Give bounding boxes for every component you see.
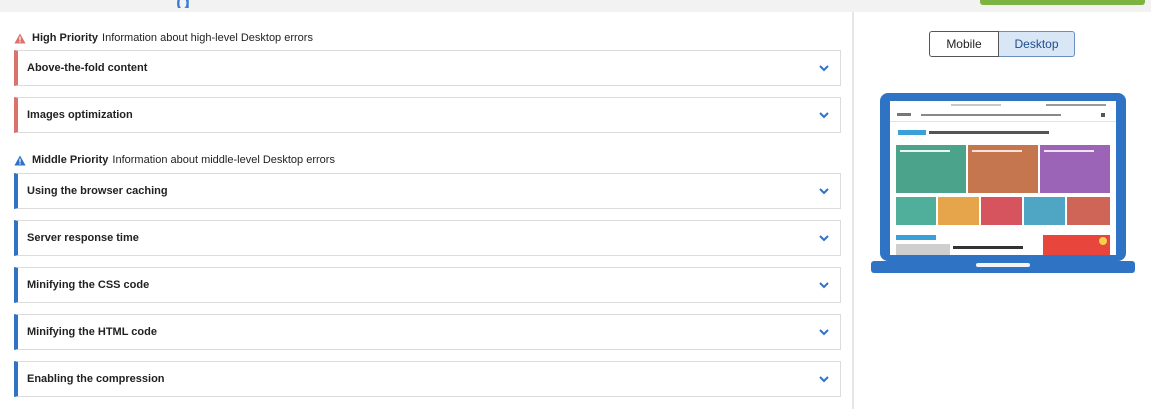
error-item-compression[interactable]: Enabling the compression — [14, 361, 841, 397]
top-bar — [0, 0, 1151, 12]
warning-icon — [14, 33, 26, 43]
high-priority-title: High Priority — [32, 32, 99, 44]
chevron-down-icon[interactable] — [818, 232, 830, 244]
error-item-minify-css[interactable]: Minifying the CSS code — [14, 267, 841, 303]
preview-card — [1040, 145, 1110, 193]
preview-card — [896, 197, 936, 225]
page-title: g — [176, 0, 216, 8]
warning-icon — [14, 155, 26, 165]
preview-card — [1024, 197, 1065, 225]
preview-card — [938, 197, 979, 225]
chevron-down-icon[interactable] — [818, 62, 830, 74]
error-item-images-optimization[interactable]: Images optimization — [14, 97, 841, 133]
error-item-server-response[interactable]: Server response time — [14, 220, 841, 256]
error-item-label: Enabling the compression — [27, 373, 165, 385]
chevron-down-icon[interactable] — [818, 373, 830, 385]
error-item-label: Server response time — [27, 232, 139, 244]
error-item-minify-html[interactable]: Minifying the HTML code — [14, 314, 841, 350]
middle-priority-header: Middle Priority Information about middle… — [14, 154, 335, 166]
chevron-down-icon[interactable] — [818, 326, 830, 338]
error-item-label: Minifying the CSS code — [27, 279, 150, 291]
chevron-down-icon[interactable] — [818, 109, 830, 121]
chevron-down-icon[interactable] — [818, 185, 830, 197]
error-item-label: Images optimization — [27, 109, 133, 121]
preview-card — [896, 145, 966, 193]
action-button[interactable] — [980, 0, 1145, 5]
error-item-above-the-fold[interactable]: Above-the-fold content — [14, 50, 841, 86]
high-priority-description: Information about high-level Desktop err… — [102, 32, 313, 44]
mobile-toggle-button[interactable]: Mobile — [929, 31, 999, 57]
error-item-label: Minifying the HTML code — [27, 326, 157, 338]
high-priority-header: High Priority Information about high-lev… — [14, 32, 313, 44]
error-item-browser-caching[interactable]: Using the browser caching — [14, 173, 841, 209]
error-item-label: Above-the-fold content — [27, 62, 148, 74]
middle-priority-description: Information about middle-level Desktop e… — [112, 154, 335, 166]
laptop-preview — [871, 93, 1135, 273]
preview-card — [968, 145, 1038, 193]
preview-card — [1067, 197, 1110, 225]
device-toggle: Mobile Desktop — [929, 31, 1075, 57]
error-item-label: Using the browser caching — [27, 185, 168, 197]
desktop-toggle-button[interactable]: Desktop — [999, 31, 1075, 57]
middle-priority-title: Middle Priority — [32, 154, 109, 166]
chevron-down-icon[interactable] — [818, 279, 830, 291]
preview-card — [1043, 235, 1110, 255]
preview-card — [981, 197, 1022, 225]
page-title-text: g — [176, 0, 190, 8]
